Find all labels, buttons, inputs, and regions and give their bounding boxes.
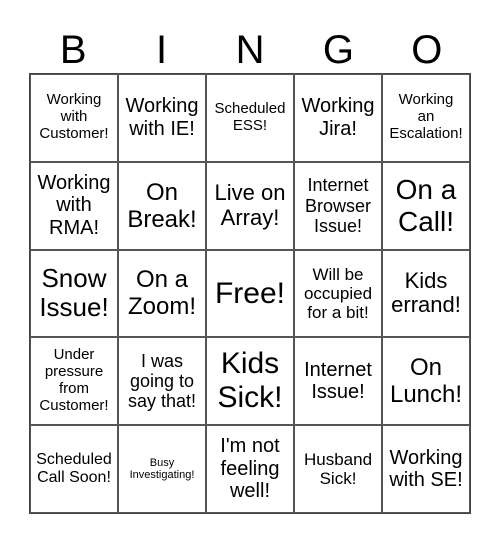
- bingo-cell[interactable]: Working with Customer!: [30, 74, 118, 162]
- bingo-cell[interactable]: I'm not feeling well!: [206, 425, 294, 513]
- bingo-cell[interactable]: Husband Sick!: [294, 425, 382, 513]
- bingo-cell[interactable]: Working an Escalation!: [382, 74, 470, 162]
- bingo-cell[interactable]: On a Zoom!: [118, 249, 206, 338]
- bingo-cell[interactable]: Working with IE!: [118, 74, 206, 162]
- bingo-cell[interactable]: Internet Issue!: [294, 337, 382, 426]
- bingo-cell[interactable]: Working with RMA!: [30, 161, 118, 250]
- bingo-cell[interactable]: Working with SE!: [382, 425, 470, 513]
- header-letter-g: G: [322, 28, 354, 72]
- bingo-cell[interactable]: Scheduled ESS!: [206, 74, 294, 162]
- bingo-cell[interactable]: On Break!: [118, 161, 206, 250]
- header-letter-b: B: [59, 28, 87, 72]
- bingo-cell[interactable]: On Lunch!: [382, 337, 470, 426]
- bingo-cell[interactable]: Internet Browser Issue!: [294, 161, 382, 250]
- bingo-cell[interactable]: Scheduled Call Soon!: [30, 425, 118, 513]
- bingo-cell[interactable]: Busy Investigating!: [118, 425, 206, 513]
- header-letter-o: O: [411, 28, 443, 72]
- bingo-grid: Working with Customer! Working with IE! Sc…: [29, 73, 471, 514]
- bingo-header: B I N G O: [29, 27, 471, 73]
- bingo-cell[interactable]: I was going to say that!: [118, 337, 206, 426]
- header-letter-i: I: [156, 28, 168, 72]
- bingo-cell[interactable]: Kids Sick!: [206, 337, 294, 426]
- bingo-cell[interactable]: Working Jira!: [294, 74, 382, 162]
- bingo-cell[interactable]: Kids errand!: [382, 249, 470, 338]
- bingo-cell[interactable]: Snow Issue!: [30, 249, 118, 338]
- bingo-cell[interactable]: Will be occupied for a bit!: [294, 249, 382, 338]
- bingo-cell[interactable]: Live on Array!: [206, 161, 294, 250]
- bingo-cell[interactable]: On a Call!: [382, 161, 470, 250]
- free-space-cell[interactable]: Free!: [206, 249, 294, 338]
- bingo-cell[interactable]: Under pressure from Customer!: [30, 337, 118, 426]
- header-letter-n: N: [235, 28, 265, 72]
